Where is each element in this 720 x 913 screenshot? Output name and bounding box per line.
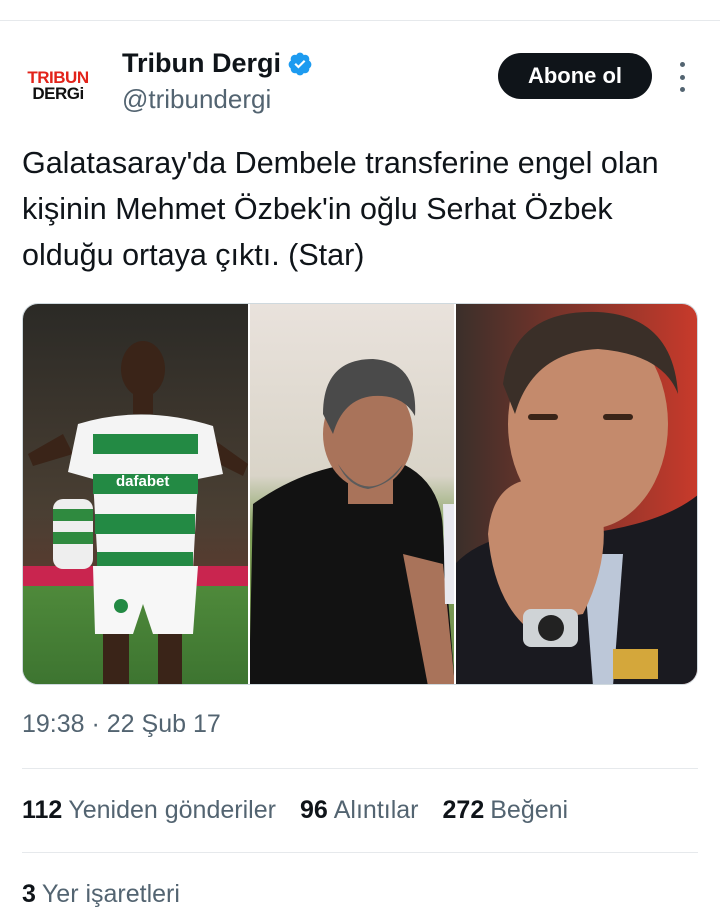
- bookmarks-stat[interactable]: 3 Yer işaretleri: [22, 880, 180, 909]
- display-name[interactable]: Tribun Dergi: [122, 48, 281, 79]
- bookmarks-label: Yer işaretleri: [41, 880, 180, 908]
- engagement-stats: 112 Yeniden gönderiler 96 Alıntılar 272 Beğ…: [22, 796, 592, 825]
- shirt-sponsor-text: dafabet: [116, 473, 169, 490]
- media-collage: dafabet: [23, 304, 697, 684]
- quotes-stat[interactable]: 96 Alıntılar: [300, 796, 419, 825]
- likes-stat[interactable]: 272 Beğeni: [443, 796, 569, 825]
- panel-man-black-shirt: [249, 304, 455, 684]
- avatar[interactable]: TRIBUN DERGi: [22, 50, 94, 122]
- logo-text-bottom: DERGi: [32, 84, 84, 103]
- tweet-text: Galatasaray'da Dembele transferine engel…: [22, 146, 659, 272]
- follow-button[interactable]: Abone ol: [498, 53, 652, 99]
- more-options-icon[interactable]: [672, 62, 692, 92]
- account-handle[interactable]: @tribundergi: [122, 84, 271, 115]
- quotes-count: 96: [299, 796, 328, 824]
- quotes-label: Alıntılar: [333, 796, 419, 824]
- tweet-timestamp[interactable]: 19:38 · 22 Şub 17: [22, 710, 221, 739]
- divider: [22, 852, 698, 853]
- reposts-label: Yeniden gönderiler: [68, 796, 276, 824]
- panel-footballer: dafabet: [23, 304, 249, 684]
- bookmarks-count: 3: [22, 880, 36, 908]
- tweet-media-image[interactable]: dafabet: [22, 303, 698, 685]
- verified-badge-icon: [288, 52, 312, 75]
- panel-man-thinking: [455, 304, 697, 684]
- likes-count: 272: [442, 796, 485, 824]
- top-divider: [0, 20, 720, 21]
- reposts-count: 112: [22, 796, 63, 824]
- account-name-row[interactable]: Tribun Dergi: [122, 48, 313, 79]
- likes-label: Beğeni: [490, 796, 569, 824]
- divider: [22, 768, 698, 769]
- reposts-stat[interactable]: 112 Yeniden gönderiler: [22, 796, 276, 825]
